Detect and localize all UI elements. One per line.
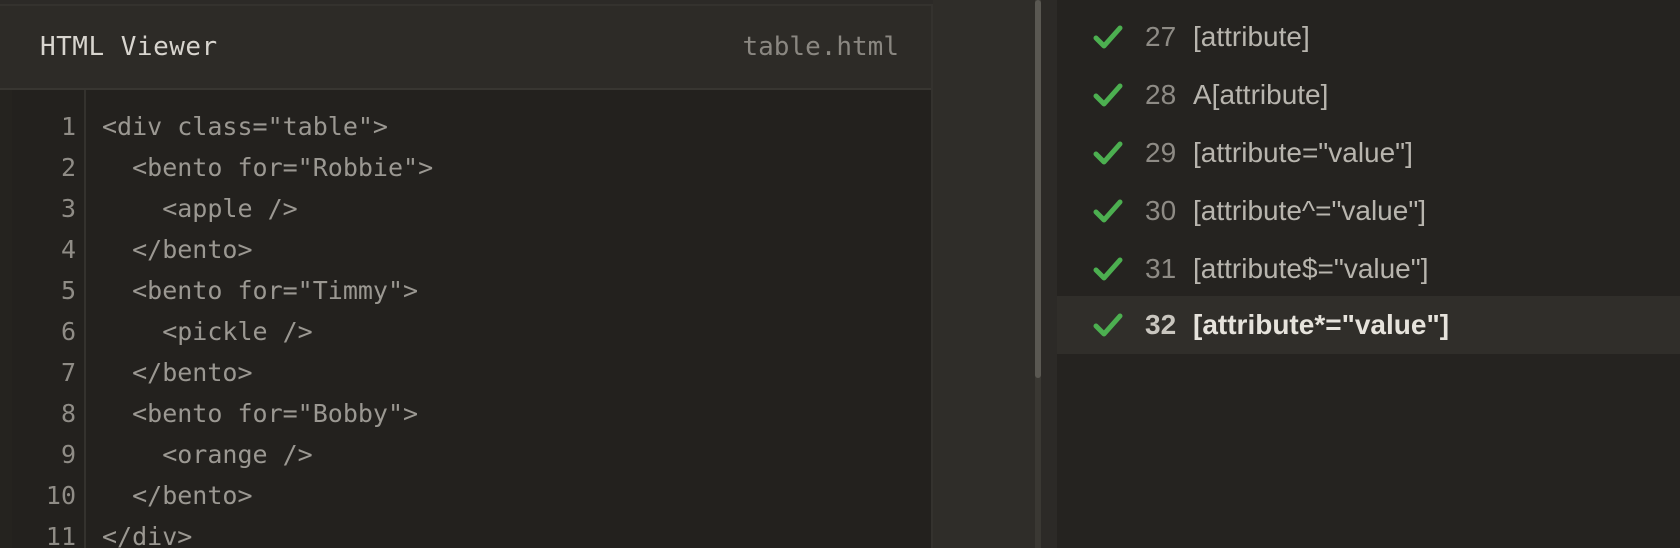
checkmark-icon [1093, 257, 1123, 281]
level-number: 28 [1145, 79, 1177, 110]
checkmark-icon [1093, 313, 1123, 337]
code-line[interactable]: <orange /> [102, 434, 313, 476]
code-line[interactable]: </bento> [102, 352, 252, 394]
level-name: [attribute="value"] [1193, 137, 1413, 168]
viewer-title: HTML Viewer [40, 32, 218, 62]
app-root: HTML Viewer table.html 1 2 3 4 5 6 7 8 9… [0, 0, 1680, 548]
level-name: [attribute$="value"] [1193, 253, 1429, 284]
scrollbar-thumb[interactable] [1035, 0, 1041, 378]
line-number: 11 [45, 522, 76, 548]
line-number: 3 [60, 194, 76, 223]
line-number: 7 [60, 358, 76, 387]
level-number: 31 [1145, 253, 1177, 284]
viewer-filename: table.html [742, 32, 899, 62]
checkmark-icon [1093, 83, 1123, 107]
line-number: 2 [60, 153, 76, 182]
code-line[interactable]: <bento for="Robbie"> [102, 147, 433, 189]
code-line[interactable]: <pickle /> [102, 311, 313, 353]
line-number: 8 [60, 399, 76, 428]
line-number: 6 [60, 317, 76, 346]
panel-gap [933, 0, 1035, 548]
level-item-32[interactable]: 32 [attribute*="value"] [1057, 296, 1680, 354]
level-number: 27 [1145, 21, 1177, 52]
code-line[interactable]: <div class="table"> [102, 106, 388, 148]
checkmark-icon [1093, 25, 1123, 49]
line-number: 10 [45, 481, 76, 510]
code-line[interactable]: <apple /> [102, 188, 297, 230]
level-list: 27 [attribute] 28 A[attribute] 29 [attri… [1057, 0, 1680, 548]
level-number: 32 [1145, 309, 1177, 340]
viewer-header: HTML Viewer table.html [0, 6, 931, 90]
line-number: 5 [60, 276, 76, 305]
line-number-gutter: 1 2 3 4 5 6 7 8 9 10 11 [12, 90, 86, 548]
code-editor: 1 2 3 4 5 6 7 8 9 10 11 <div class="tabl… [12, 90, 931, 548]
level-name: A[attribute] [1193, 79, 1329, 110]
line-number: 4 [60, 235, 76, 264]
level-name: [attribute] [1193, 21, 1310, 52]
code-line[interactable]: </bento> [102, 229, 252, 271]
level-item-27[interactable]: 27 [attribute] [1057, 8, 1680, 66]
level-item-31[interactable]: 31 [attribute$="value"] [1057, 240, 1680, 298]
level-number: 30 [1145, 195, 1177, 226]
code-line[interactable]: </bento> [102, 475, 252, 517]
code-line[interactable]: <bento for="Timmy"> [102, 270, 418, 312]
level-item-30[interactable]: 30 [attribute^="value"] [1057, 182, 1680, 240]
checkmark-icon [1093, 141, 1123, 165]
line-number: 9 [60, 440, 76, 469]
level-number: 29 [1145, 137, 1177, 168]
code-line[interactable]: </div> [102, 516, 192, 548]
line-number: 1 [60, 112, 76, 141]
code-line[interactable]: <bento for="Bobby"> [102, 393, 418, 435]
level-name: [attribute*="value"] [1193, 309, 1450, 340]
level-name: [attribute^="value"] [1193, 195, 1427, 226]
html-viewer-panel: HTML Viewer table.html 1 2 3 4 5 6 7 8 9… [0, 4, 933, 548]
checkmark-icon [1093, 199, 1123, 223]
level-item-28[interactable]: 28 A[attribute] [1057, 66, 1680, 124]
level-item-29[interactable]: 29 [attribute="value"] [1057, 124, 1680, 182]
